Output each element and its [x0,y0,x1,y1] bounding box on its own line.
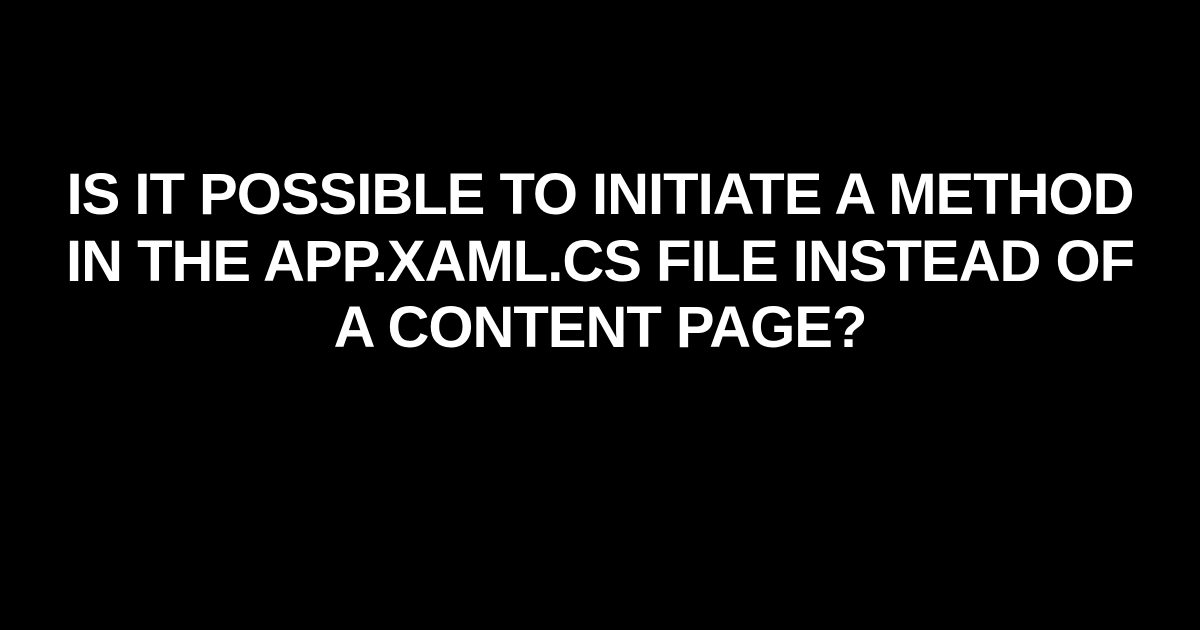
headline-text: IS IT POSSIBLE TO INITIATE A METHOD IN T… [50,162,1150,362]
